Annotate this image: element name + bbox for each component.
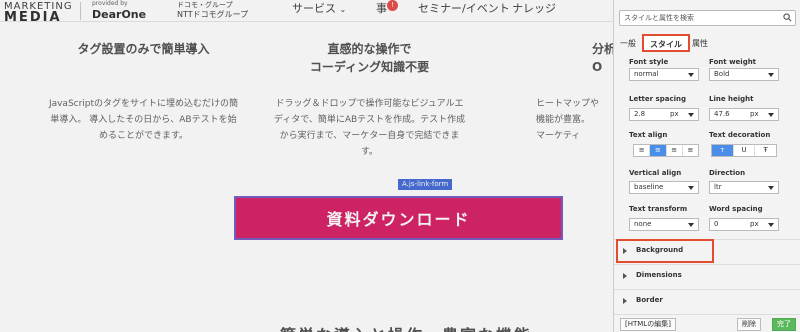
chevron-down-icon bbox=[768, 186, 774, 190]
font-style-select[interactable]: normal bbox=[629, 68, 699, 81]
align-left-button[interactable]: ≡ bbox=[634, 145, 651, 156]
line-height-input[interactable]: 47.6 px bbox=[709, 108, 779, 121]
text-decoration-label: Text decoration bbox=[709, 131, 771, 139]
decoration-strike-button[interactable]: Ŧ bbox=[755, 145, 776, 156]
letter-spacing-label: Letter spacing bbox=[629, 95, 686, 103]
vertical-align-label: Vertical align bbox=[629, 169, 682, 177]
expand-triangle-icon bbox=[623, 298, 627, 304]
select-value: none bbox=[634, 220, 652, 228]
search-placeholder: スタイルと属性を検索 bbox=[624, 14, 694, 22]
chevron-down-icon bbox=[768, 113, 774, 117]
unit-label: px bbox=[750, 220, 759, 228]
font-weight-label: Font weight bbox=[709, 58, 757, 66]
chevron-down-icon bbox=[688, 223, 694, 227]
chevron-down-icon bbox=[768, 73, 774, 77]
section-border[interactable]: Border bbox=[614, 289, 800, 313]
text-align-group: ≡ ≡ ≡ ≡ bbox=[633, 144, 699, 157]
input-value: 2.8 bbox=[634, 110, 646, 118]
tab-attributes[interactable]: 属性 bbox=[692, 38, 708, 49]
section-title: Dimensions bbox=[636, 271, 682, 279]
section-dimensions[interactable]: Dimensions bbox=[614, 264, 800, 288]
word-spacing-label: Word spacing bbox=[709, 205, 763, 213]
decoration-underline-button[interactable]: U bbox=[734, 145, 756, 156]
highlight-box bbox=[616, 239, 714, 263]
select-value: baseline bbox=[634, 183, 664, 191]
input-value: 47.6 bbox=[714, 110, 730, 118]
tab-style[interactable]: スタイル bbox=[642, 34, 690, 52]
chevron-down-icon bbox=[688, 113, 694, 117]
line-height-label: Line height bbox=[709, 95, 754, 103]
tab-general[interactable]: 一般 bbox=[620, 38, 636, 49]
text-align-label: Text align bbox=[629, 131, 668, 139]
select-value: ltr bbox=[714, 183, 722, 191]
text-decoration-group: ᴛ U Ŧ bbox=[711, 144, 777, 157]
done-button[interactable]: 完了 bbox=[772, 318, 796, 331]
align-justify-button[interactable]: ≡ bbox=[683, 145, 698, 156]
word-spacing-input[interactable]: 0 px bbox=[709, 218, 779, 231]
chevron-down-icon bbox=[688, 73, 694, 77]
delete-button[interactable]: 削除 bbox=[737, 318, 761, 331]
select-value: Bold bbox=[714, 70, 730, 78]
letter-spacing-input[interactable]: 2.8 px bbox=[629, 108, 699, 121]
panel-tabs: 一般 スタイル 属性 bbox=[614, 34, 800, 54]
search-icon bbox=[783, 13, 792, 22]
direction-select[interactable]: ltr bbox=[709, 181, 779, 194]
font-style-label: Font style bbox=[629, 58, 669, 66]
expand-triangle-icon bbox=[623, 273, 627, 279]
search-input[interactable]: スタイルと属性を検索 bbox=[619, 10, 796, 26]
unit-label: px bbox=[750, 110, 759, 118]
decoration-none-button[interactable]: ᴛ bbox=[712, 145, 734, 156]
website-page: MARKETING MEDIA provided by DearOne ドコモ・… bbox=[0, 0, 613, 332]
edit-html-button[interactable]: [HTMLの編集] bbox=[620, 318, 676, 331]
text-transform-select[interactable]: none bbox=[629, 218, 699, 231]
chevron-down-icon bbox=[688, 186, 694, 190]
font-weight-select[interactable]: Bold bbox=[709, 68, 779, 81]
section-title: Border bbox=[636, 296, 663, 304]
direction-label: Direction bbox=[709, 169, 746, 177]
unit-label: px bbox=[670, 110, 679, 118]
align-center-button[interactable]: ≡ bbox=[650, 145, 667, 156]
vertical-align-select[interactable]: baseline bbox=[629, 181, 699, 194]
panel-footer: [HTMLの編集] 削除 完了 bbox=[614, 314, 800, 332]
select-value: normal bbox=[634, 70, 659, 78]
input-value: 0 bbox=[714, 220, 719, 228]
align-right-button[interactable]: ≡ bbox=[667, 145, 683, 156]
chevron-down-icon bbox=[768, 223, 774, 227]
page-overlay bbox=[0, 0, 613, 332]
text-transform-label: Text transform bbox=[629, 205, 688, 213]
style-editor-panel: スタイルと属性を検索 一般 スタイル 属性 Font style normal … bbox=[613, 0, 800, 332]
